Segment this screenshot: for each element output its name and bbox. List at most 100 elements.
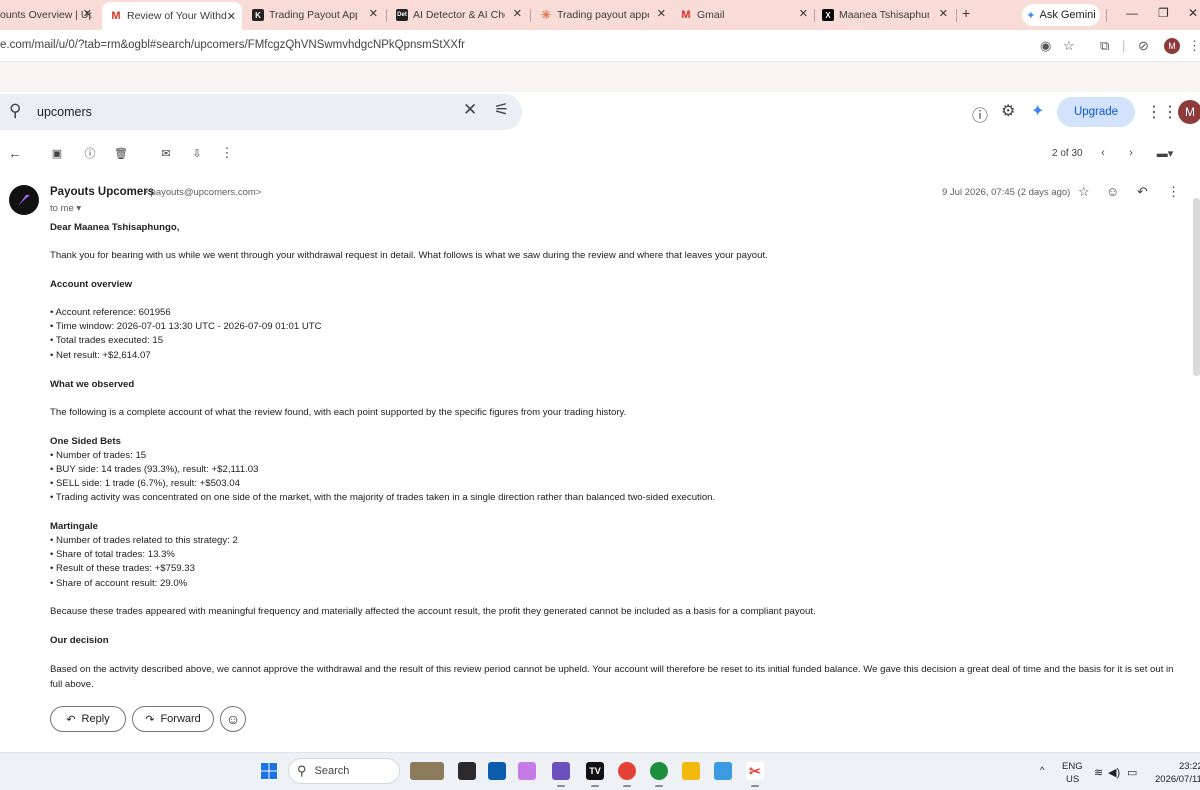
older-chevron-icon[interactable]: › (1124, 146, 1138, 160)
tab-gmail[interactable]: M Gmail ✕ (680, 4, 808, 26)
star-icon[interactable]: ☆ (1078, 184, 1090, 200)
running-indicator (557, 785, 565, 787)
emoji-react-icon[interactable]: ☺ (1106, 184, 1119, 199)
gemini-icon[interactable]: ✦ (1031, 101, 1044, 121)
scrollbar-thumb[interactable] (1193, 198, 1200, 376)
mark-unread-icon[interactable]: ✉ (159, 146, 173, 160)
help-icon[interactable]: ⓘ (972, 102, 988, 126)
tab-accounts-overview[interactable]: ounts Overview | Up ✕ (0, 4, 92, 26)
volume-icon[interactable]: ◀) (1108, 766, 1120, 779)
close-icon[interactable]: ✕ (369, 7, 378, 20)
clock-time[interactable]: 23:22 (1179, 761, 1200, 772)
list-item: • BUY side: 14 trades (93.3%), result: +… (50, 464, 259, 475)
list-item: • Share of account result: 29.0% (50, 578, 188, 589)
upcomers-logo-icon (18, 195, 30, 206)
search-input[interactable]: upcomers (37, 105, 92, 119)
account-overview-heading: Account overview (50, 279, 133, 290)
more-icon[interactable]: ⋮ (220, 145, 234, 160)
battery-icon[interactable]: ▭ (1127, 766, 1137, 779)
clear-search-icon[interactable]: ✕ (463, 100, 477, 120)
tradingview-icon[interactable]: TV (586, 762, 604, 780)
input-tools-icon[interactable]: ▬▾ (1152, 146, 1178, 160)
reply-icon: ↶ (66, 713, 76, 726)
photos-icon[interactable] (714, 762, 732, 780)
close-icon[interactable]: ✕ (227, 10, 236, 23)
tab-review-withdrawal[interactable]: M Review of Your Withdra ✕ (102, 2, 242, 30)
close-icon[interactable]: ✕ (939, 7, 948, 20)
task-view-icon[interactable] (458, 762, 476, 780)
list-item: • Number of trades related to this strat… (50, 535, 238, 546)
tab-title: Maanea Tshisaphungo (839, 9, 929, 21)
taskbar-search[interactable]: ⚲ Search (288, 758, 400, 784)
wifi-icon[interactable]: ≋ (1094, 766, 1103, 779)
close-icon[interactable]: ✕ (83, 7, 92, 20)
forward-button[interactable]: ↷ Forward (132, 706, 214, 732)
browser-profile-avatar[interactable]: M (1164, 38, 1180, 54)
tab-title: AI Detector & AI Check (413, 9, 505, 21)
copilot-icon[interactable] (518, 762, 536, 780)
tab-trading-payout-appeal[interactable]: K Trading Payout Appeal ✕ (252, 4, 378, 26)
search-icon[interactable]: ⚲ (9, 101, 21, 121)
screenshot-icon[interactable]: ⧉ (1100, 38, 1109, 54)
file-explorer-icon[interactable] (682, 762, 700, 780)
emoji-button[interactable]: ☺ (220, 706, 246, 732)
teams-icon[interactable] (552, 762, 570, 780)
recipient-details[interactable]: to me ▾ (50, 203, 81, 214)
restore-icon[interactable]: ❐ (1158, 6, 1169, 20)
language-bottom[interactable]: US (1066, 774, 1079, 785)
ask-gemini-button[interactable]: ✦ Ask Gemini (1022, 4, 1100, 26)
settings-gear-icon[interactable]: ⚙ (1001, 101, 1015, 121)
tray-chevron-up-icon[interactable]: ^ (1040, 765, 1044, 776)
new-tab-icon[interactable]: + (962, 5, 970, 21)
delete-icon[interactable]: 🗑 (114, 146, 128, 160)
language-top[interactable]: ENG (1062, 761, 1083, 772)
move-to-icon[interactable]: ⇩ (190, 146, 204, 160)
reply-label: Reply (81, 713, 110, 725)
eye-icon[interactable]: ◉ (1040, 38, 1051, 54)
recipient-label: to me (50, 203, 74, 214)
forward-icon: ↷ (145, 713, 155, 726)
back-arrow-icon[interactable]: ← (8, 145, 22, 161)
browser-menu-icon[interactable]: ⋮ (1188, 38, 1200, 54)
tab-ai-detector[interactable]: Det AI Detector & AI Check ✕ (396, 4, 522, 26)
snipping-tool-icon[interactable]: ✂ (746, 762, 764, 780)
widgets-icon[interactable] (410, 762, 444, 780)
report-spam-icon[interactable]: ⓘ (83, 146, 97, 160)
windows-start-icon[interactable] (260, 762, 278, 780)
running-indicator (591, 785, 599, 787)
decision-heading: Our decision (50, 635, 109, 646)
gmail-icon: M (111, 10, 121, 22)
close-icon[interactable]: ✕ (513, 7, 522, 20)
close-icon[interactable]: ✕ (799, 7, 808, 20)
reply-button[interactable]: ↶ Reply (50, 706, 126, 732)
search-bar[interactable]: ⚲ upcomers ✕ ⚟ (0, 94, 522, 130)
window-close-icon[interactable]: ✕ (1188, 6, 1198, 20)
chrome-icon[interactable] (618, 762, 636, 780)
reply-icon[interactable]: ↶ (1137, 184, 1148, 200)
account-avatar[interactable]: M (1178, 100, 1200, 124)
close-icon[interactable]: ✕ (657, 7, 666, 20)
martingale-heading: Martingale (50, 521, 98, 532)
emoji-icon: ☺ (225, 711, 241, 727)
bookmark-star-icon[interactable]: ☆ (1063, 38, 1075, 54)
upgrade-button[interactable]: Upgrade (1057, 97, 1135, 127)
message-more-icon[interactable]: ⋮ (1167, 184, 1180, 200)
message-date: 9 Jul 2026, 07:45 (2 days ago) (942, 187, 1071, 198)
apps-grid-icon[interactable]: ⋮⋮ (1146, 102, 1178, 122)
frequency-paragraph: Because these trades appeared with meani… (50, 606, 816, 617)
extension-icon[interactable]: ⊘ (1138, 38, 1149, 54)
tab-title: ounts Overview | Up (0, 9, 92, 21)
search-icon: ⚲ (297, 763, 307, 778)
newer-chevron-icon[interactable]: ‹ (1096, 146, 1110, 160)
minimize-icon[interactable]: — (1126, 6, 1138, 20)
store-icon[interactable] (488, 762, 506, 780)
search-options-icon[interactable]: ⚟ (494, 100, 509, 120)
chevron-down-icon: ▾ (76, 203, 82, 214)
archive-icon[interactable]: ▣ (50, 146, 64, 160)
tab-trading-payout-appeal-2[interactable]: ✳ Trading payout appeal ✕ (540, 4, 666, 26)
clock-date[interactable]: 2026/07/11 (1155, 774, 1200, 785)
chrome-profile-icon[interactable] (650, 762, 668, 780)
url-text[interactable]: e.com/mail/u/0/?tab=rm&ogbl#search/upcom… (0, 39, 465, 51)
tab-maanea[interactable]: X Maanea Tshisaphungo ✕ (822, 4, 948, 26)
address-bar[interactable]: e.com/mail/u/0/?tab=rm&ogbl#search/upcom… (0, 30, 1200, 62)
